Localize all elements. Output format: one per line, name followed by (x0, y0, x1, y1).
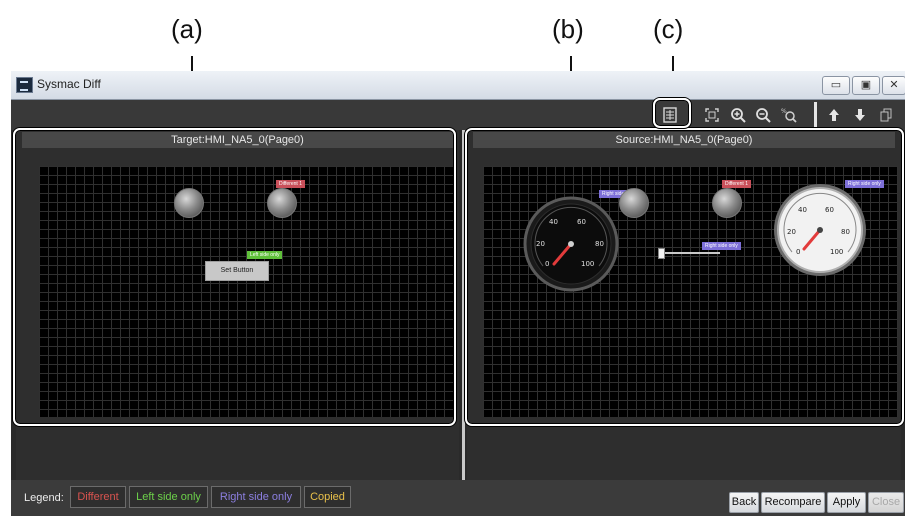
zoom-out-icon[interactable] (752, 104, 774, 126)
close-window-button[interactable]: ✕ (882, 76, 905, 95)
previous-difference-icon[interactable] (823, 104, 845, 126)
app-icon (16, 77, 33, 93)
highlight-box-c (653, 98, 691, 128)
legend-left-side-only: Left side only (129, 486, 208, 508)
fit-window-icon[interactable] (701, 104, 723, 126)
maximize-button[interactable]: ▣ (852, 76, 880, 95)
callout-c: (c) (653, 14, 684, 44)
legend-right-side-only: Right side only (211, 486, 301, 508)
toolbar-separator (814, 102, 817, 128)
target-lower-area (16, 426, 459, 480)
legend-label: Legend: (24, 492, 64, 504)
callout-b: (b) (552, 14, 584, 44)
window-title: Sysmac Diff (37, 77, 101, 91)
legend-copied: Copied (304, 486, 351, 508)
svg-text:%: % (781, 108, 787, 115)
zoom-in-icon[interactable] (727, 104, 749, 126)
back-button[interactable]: Back (729, 492, 759, 513)
recompare-button[interactable]: Recompare (761, 492, 825, 513)
zoom-100-icon[interactable]: % (778, 104, 800, 126)
legend-different: Different (70, 486, 126, 508)
highlight-box-b (465, 128, 904, 426)
apply-button[interactable]: Apply (827, 492, 866, 513)
toolbar: % (11, 100, 905, 130)
minimize-button[interactable]: ▭ (822, 76, 850, 95)
highlight-box-a (13, 128, 456, 426)
callout-a: (a) (171, 14, 203, 44)
source-lower-area (467, 426, 901, 480)
close-button[interactable]: Close (868, 492, 904, 513)
copy-icon[interactable] (875, 104, 897, 126)
next-difference-icon[interactable] (849, 104, 871, 126)
status-bar: Legend: Different Left side only Right s… (11, 480, 905, 516)
title-bar[interactable]: Sysmac Diff ▭ ▣ ✕ (11, 71, 905, 100)
